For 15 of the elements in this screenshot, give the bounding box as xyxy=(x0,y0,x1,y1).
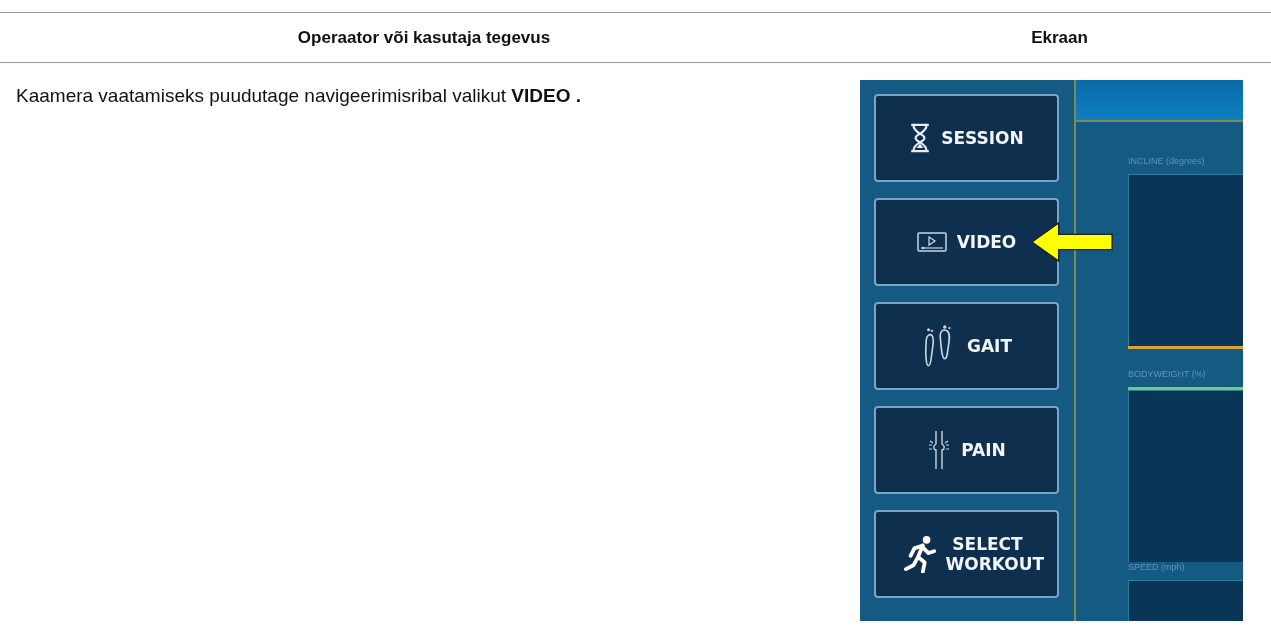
video-player-icon xyxy=(916,232,947,252)
nav-button[interactable]: VIDEO xyxy=(874,198,1059,286)
nav-button[interactable]: GAIT xyxy=(874,302,1059,390)
nav-button[interactable]: SESSION xyxy=(874,94,1059,182)
graph-label: INCLINE (degrees) xyxy=(1128,156,1206,168)
running-figure-icon xyxy=(903,535,936,573)
column-header: Ekraan xyxy=(1030,27,1089,48)
graph-label: SPEED (mph) xyxy=(1128,562,1186,574)
knee-joint-icon xyxy=(927,430,952,470)
nav-button[interactable]: SELECT WORKOUT xyxy=(874,510,1059,598)
hourglass-icon xyxy=(909,122,932,154)
instruction-text: Kaamera vaatamiseks puudutage navigeerimisribal valikut VIDEO . xyxy=(15,84,582,107)
graph-label: BODYWEIGHT (%) xyxy=(1128,369,1207,381)
nav-button[interactable]: PAIN xyxy=(874,406,1059,494)
column-header: Operaator või kasutaja tegevus xyxy=(296,27,552,48)
